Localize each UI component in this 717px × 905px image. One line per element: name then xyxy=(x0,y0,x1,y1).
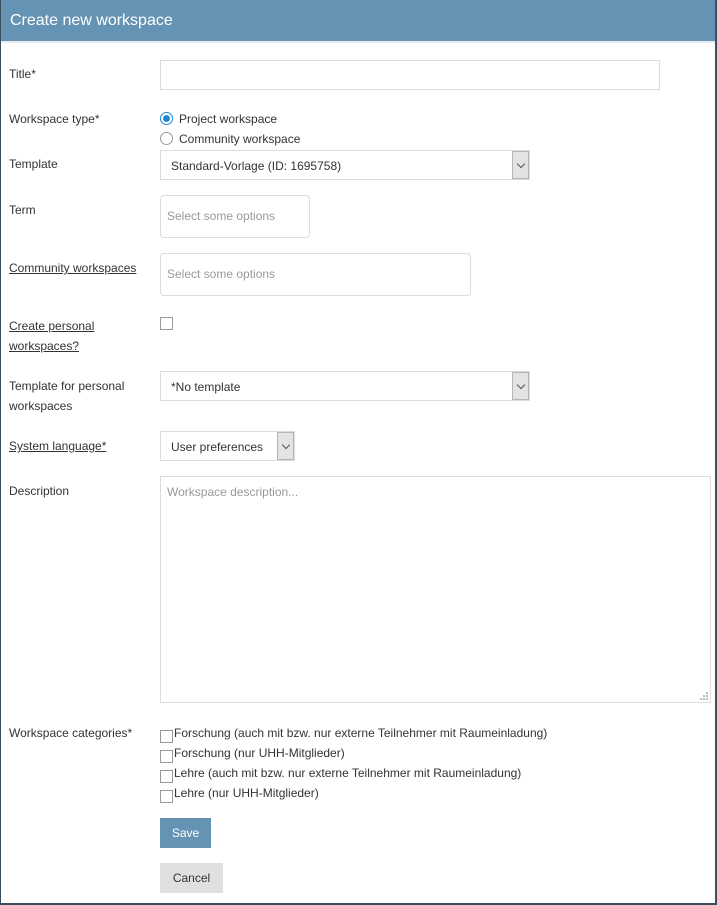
term-multiselect[interactable]: Select some options xyxy=(160,195,310,238)
category-label-lehre-extern[interactable]: Lehre (auch mit bzw. nur externe Teilneh… xyxy=(174,766,521,780)
create-personal-checkbox[interactable] xyxy=(160,317,173,330)
description-label: Description xyxy=(9,484,70,498)
term-label: Term xyxy=(9,203,36,217)
category-checkbox-forschung-extern[interactable] xyxy=(160,730,173,743)
personal-template-label-line1: Template for personal xyxy=(9,379,125,393)
resize-grip-icon[interactable] xyxy=(700,692,708,700)
radio-project-workspace[interactable] xyxy=(160,112,173,125)
community-workspaces-label[interactable]: Community workspaces xyxy=(9,258,136,278)
system-language-select[interactable]: User preferences xyxy=(160,431,295,461)
description-textarea[interactable]: Workspace description... xyxy=(160,476,711,703)
categories-label: Workspace categories* xyxy=(9,726,133,740)
create-workspace-dialog: Create new workspace Title* Workspace ty… xyxy=(0,0,717,905)
category-checkbox-lehre-extern[interactable] xyxy=(160,770,173,783)
cancel-button[interactable]: Cancel xyxy=(160,863,223,893)
create-personal-label-line1[interactable]: Create personal xyxy=(9,316,94,336)
template-select-button[interactable] xyxy=(512,151,529,179)
personal-template-select[interactable]: *No template xyxy=(160,371,530,401)
personal-template-label-line2: workspaces xyxy=(9,399,73,413)
dialog-title: Create new workspace xyxy=(10,12,173,29)
workspace-type-label: Workspace type* xyxy=(9,112,100,126)
radio-project-workspace-label[interactable]: Project workspace xyxy=(179,112,277,126)
system-language-label[interactable]: System language* xyxy=(9,436,106,456)
create-personal-label-line2[interactable]: workspaces? xyxy=(9,336,79,356)
radio-community-workspace[interactable] xyxy=(160,132,173,145)
chevron-down-icon xyxy=(516,159,525,168)
personal-template-select-button[interactable] xyxy=(512,372,529,400)
system-language-value: User preferences xyxy=(171,440,264,454)
term-placeholder: Select some options xyxy=(167,209,276,223)
system-language-select-button[interactable] xyxy=(277,432,294,460)
template-select-value: Standard-Vorlage (ID: 1695758) xyxy=(171,159,342,173)
category-label-forschung-uhh[interactable]: Forschung (nur UHH-Mitglieder) xyxy=(174,746,345,760)
category-checkbox-lehre-uhh[interactable] xyxy=(160,790,173,803)
dialog-header: Create new workspace xyxy=(1,0,715,43)
description-placeholder: Workspace description... xyxy=(167,485,299,499)
chevron-down-icon xyxy=(281,440,290,449)
title-label: Title* xyxy=(9,67,36,81)
category-label-forschung-extern[interactable]: Forschung (auch mit bzw. nur externe Tei… xyxy=(174,726,547,740)
category-label-lehre-uhh[interactable]: Lehre (nur UHH-Mitglieder) xyxy=(174,786,319,800)
chevron-down-icon xyxy=(516,380,525,389)
title-input[interactable] xyxy=(160,60,660,90)
radio-community-workspace-label[interactable]: Community workspace xyxy=(179,132,300,146)
save-button[interactable]: Save xyxy=(160,818,211,848)
community-workspaces-placeholder: Select some options xyxy=(167,267,276,281)
template-label: Template xyxy=(9,157,58,171)
category-checkbox-forschung-uhh[interactable] xyxy=(160,750,173,763)
template-select[interactable]: Standard-Vorlage (ID: 1695758) xyxy=(160,150,530,180)
personal-template-value: *No template xyxy=(171,380,241,394)
community-workspaces-multiselect[interactable]: Select some options xyxy=(160,253,471,296)
